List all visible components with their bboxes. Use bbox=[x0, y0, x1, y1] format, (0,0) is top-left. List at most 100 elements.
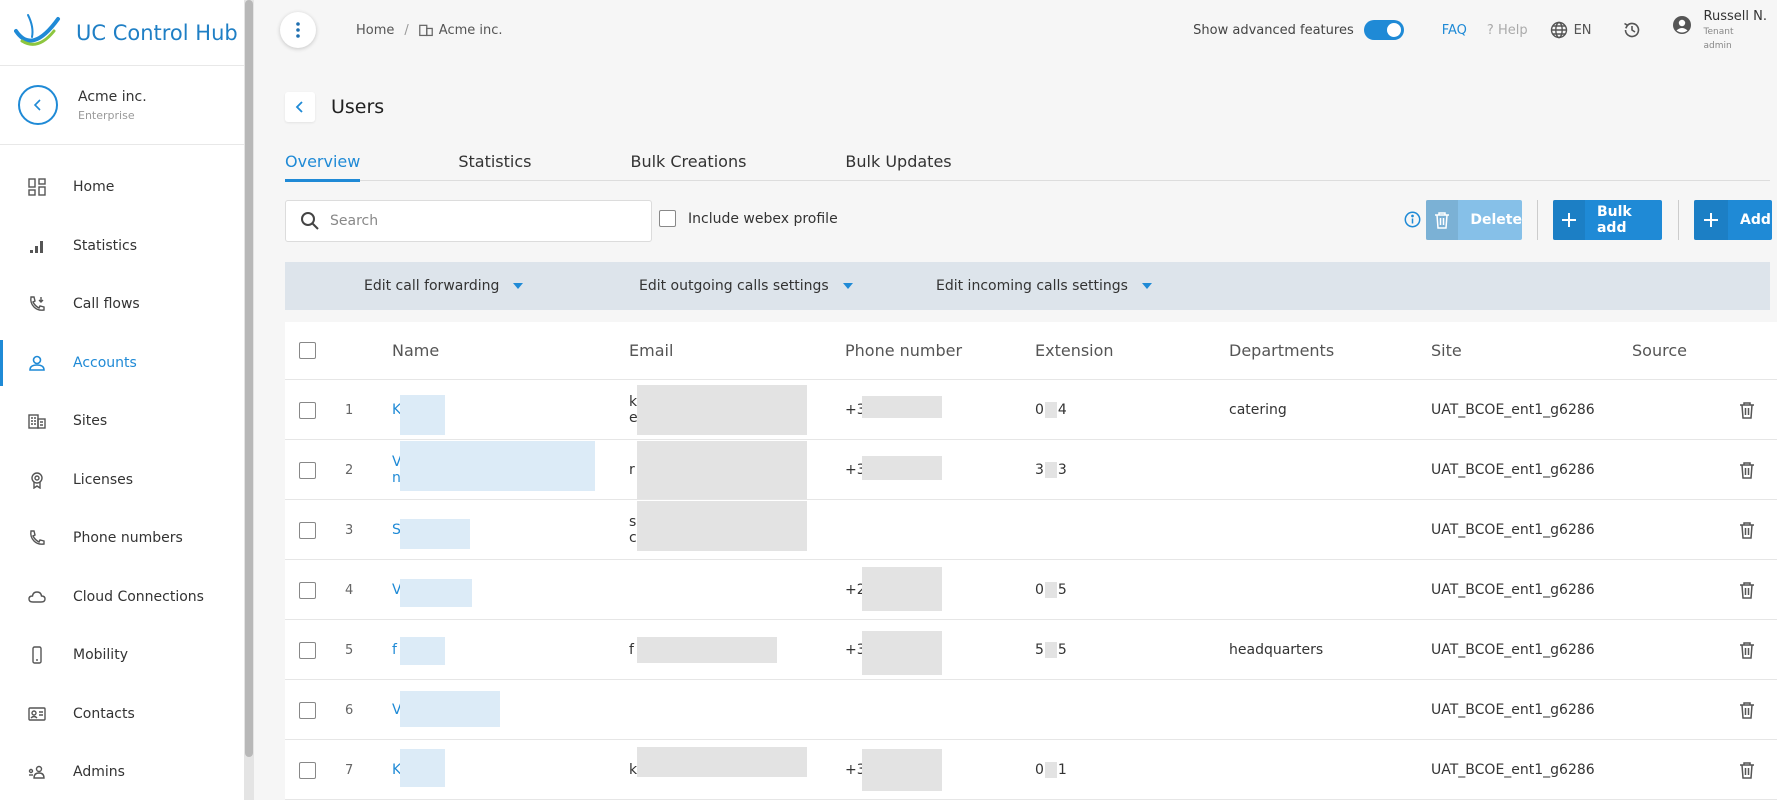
column-source[interactable]: Source bbox=[1632, 322, 1687, 379]
faq-link[interactable]: FAQ bbox=[1442, 23, 1467, 38]
sidebar-item-statistics[interactable]: Statistics bbox=[0, 217, 244, 276]
add-button[interactable]: Add bbox=[1694, 200, 1772, 240]
search-box[interactable] bbox=[285, 200, 652, 242]
sidebar-item-label: Sites bbox=[73, 413, 108, 430]
row-checkbox[interactable] bbox=[299, 441, 316, 499]
bulk-add-button-label: Bulk add bbox=[1596, 204, 1632, 236]
language-selector[interactable]: EN bbox=[1550, 21, 1592, 39]
breadcrumb-tenant[interactable]: Acme inc. bbox=[439, 23, 503, 38]
include-webex-checkbox[interactable] bbox=[659, 210, 676, 227]
user-department: headquarters bbox=[1229, 642, 1324, 658]
history-button[interactable] bbox=[1622, 20, 1642, 40]
table-row[interactable]: 7 K k +3 01 UAT_BCOE_ent1_g6286 bbox=[285, 741, 1777, 800]
row-index: 7 bbox=[345, 762, 354, 778]
column-extension[interactable]: Extension bbox=[1035, 322, 1114, 379]
table-row[interactable]: 4 V +2 05 UAT_BCOE_ent1_g6286 bbox=[285, 561, 1777, 620]
sidebar-item-sites[interactable]: Sites bbox=[0, 392, 244, 451]
table-row[interactable]: 1 K ke +3 04 catering UAT_BCOE_ent1_g628… bbox=[285, 381, 1777, 440]
call-flow-icon bbox=[27, 294, 47, 314]
sidebar-item-mobility[interactable]: Mobility bbox=[0, 626, 244, 685]
delete-row-button[interactable] bbox=[1739, 441, 1755, 499]
user-role-line2: admin bbox=[1703, 40, 1732, 51]
row-checkbox[interactable] bbox=[299, 381, 316, 439]
tenant-back-button[interactable] bbox=[18, 85, 58, 125]
column-site[interactable]: Site bbox=[1431, 322, 1462, 379]
kebab-menu-icon bbox=[296, 22, 300, 38]
bulk-action-bar: Edit call forwarding Edit outgoing calls… bbox=[285, 262, 1770, 310]
row-checkbox[interactable] bbox=[299, 621, 316, 679]
table-row[interactable]: 3 S sc UAT_BCOE_ent1_g6286 bbox=[285, 501, 1777, 560]
info-icon[interactable] bbox=[1404, 211, 1421, 228]
tab-statistics[interactable]: Statistics bbox=[458, 148, 531, 181]
sidebar-item-label: Call flows bbox=[73, 296, 140, 313]
phone-icon bbox=[27, 528, 47, 548]
search-icon bbox=[301, 212, 319, 230]
delete-row-button[interactable] bbox=[1739, 501, 1755, 559]
delete-button[interactable]: Delete bbox=[1426, 200, 1522, 240]
sidebar-item-contacts[interactable]: Contacts bbox=[0, 685, 244, 744]
tab-bulk-updates[interactable]: Bulk Updates bbox=[845, 148, 951, 181]
row-checkbox[interactable] bbox=[299, 561, 316, 619]
sidebar-scrollbar[interactable] bbox=[244, 0, 254, 800]
bulk-add-button[interactable]: Bulk add bbox=[1553, 200, 1662, 240]
row-checkbox[interactable] bbox=[299, 741, 316, 799]
sidebar-item-phone-numbers[interactable]: Phone numbers bbox=[0, 509, 244, 568]
sidebar-item-accounts[interactable]: Accounts bbox=[0, 334, 244, 393]
delete-row-button[interactable] bbox=[1739, 621, 1755, 679]
delete-row-button[interactable] bbox=[1739, 681, 1755, 739]
edit-call-forwarding-dropdown[interactable]: Edit call forwarding bbox=[364, 262, 524, 310]
sidebar-item-home[interactable]: Home bbox=[0, 158, 244, 217]
user-menu[interactable]: Russell N. Tenant admin bbox=[1672, 9, 1767, 52]
column-name[interactable]: Name bbox=[392, 322, 439, 379]
menu-button[interactable] bbox=[280, 12, 316, 48]
sidebar-item-cloud-connections[interactable]: Cloud Connections bbox=[0, 568, 244, 627]
tab-bulk-creations[interactable]: Bulk Creations bbox=[630, 148, 746, 181]
table-row[interactable]: 2 Vn r +3 33 UAT_BCOE_ent1_g6286 bbox=[285, 441, 1777, 500]
redaction-block bbox=[400, 519, 470, 549]
page-title: Users bbox=[331, 96, 385, 118]
brand[interactable]: UC Control Hub bbox=[0, 0, 244, 66]
row-checkbox[interactable] bbox=[299, 501, 316, 559]
sidebar-item-label: Licenses bbox=[73, 471, 134, 488]
breadcrumb-home[interactable]: Home bbox=[356, 23, 394, 38]
mobile-icon bbox=[27, 645, 47, 665]
redaction-block bbox=[862, 567, 942, 611]
row-index: 4 bbox=[345, 582, 354, 598]
edit-outgoing-calls-dropdown[interactable]: Edit outgoing calls settings bbox=[639, 262, 853, 310]
include-webex-option[interactable]: Include webex profile bbox=[659, 210, 838, 227]
row-index: 3 bbox=[345, 522, 354, 538]
user-extension: 33 bbox=[1035, 462, 1067, 478]
user-extension: 55 bbox=[1035, 642, 1067, 658]
column-email[interactable]: Email bbox=[629, 322, 673, 379]
edit-incoming-calls-dropdown[interactable]: Edit incoming calls settings bbox=[936, 262, 1152, 310]
sidebar-scrollbar-thumb[interactable] bbox=[245, 0, 253, 757]
column-departments[interactable]: Departments bbox=[1229, 322, 1334, 379]
search-input[interactable] bbox=[330, 213, 630, 229]
sidebar-item-licenses[interactable]: Licenses bbox=[0, 451, 244, 510]
help-link[interactable]: ? Help bbox=[1487, 23, 1528, 38]
row-index: 2 bbox=[345, 462, 354, 478]
tenant-type: Enterprise bbox=[78, 108, 135, 122]
row-checkbox[interactable] bbox=[299, 681, 316, 739]
bar-chart-icon bbox=[27, 236, 47, 256]
tab-overview[interactable]: Overview bbox=[285, 148, 361, 182]
table-row[interactable]: 5 f f +3 55 headquarters UAT_BCOE_ent1_g… bbox=[285, 621, 1777, 680]
column-phone[interactable]: Phone number bbox=[845, 322, 962, 379]
page-back-button[interactable] bbox=[285, 92, 315, 122]
user-email: r bbox=[629, 462, 635, 478]
delete-button-label: Delete bbox=[1470, 212, 1522, 228]
building-icon bbox=[27, 411, 47, 431]
globe-icon bbox=[1550, 21, 1567, 39]
sidebar-item-admins[interactable]: Admins bbox=[0, 743, 244, 800]
table-row[interactable]: 6 V UAT_BCOE_ent1_g6286 bbox=[285, 681, 1777, 740]
user-name-link[interactable]: f bbox=[392, 621, 397, 679]
badge-icon bbox=[27, 470, 47, 490]
user-email: f bbox=[629, 642, 634, 658]
add-button-label: Add bbox=[1740, 212, 1771, 228]
advanced-features-toggle[interactable] bbox=[1363, 20, 1404, 40]
delete-row-button[interactable] bbox=[1739, 381, 1755, 439]
sidebar-item-call-flows[interactable]: Call flows bbox=[0, 275, 244, 334]
select-all-checkbox[interactable] bbox=[299, 322, 316, 379]
delete-row-button[interactable] bbox=[1739, 561, 1755, 619]
delete-row-button[interactable] bbox=[1739, 741, 1755, 799]
